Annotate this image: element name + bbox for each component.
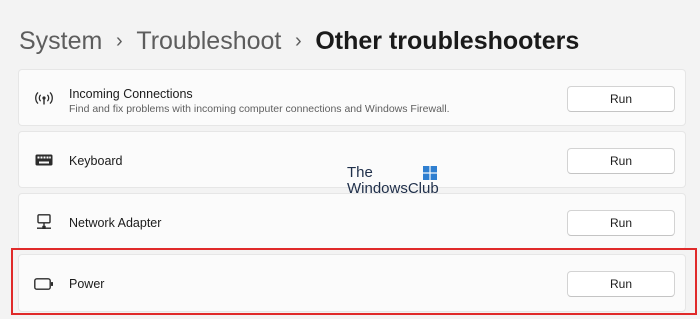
list-item-power: Power Run: [18, 254, 686, 312]
run-button-incoming-connections[interactable]: Run: [567, 86, 675, 112]
list-item-incoming-connections: Incoming Connections Find and fix proble…: [18, 69, 686, 126]
run-button-network-adapter[interactable]: Run: [567, 210, 675, 236]
page-title: Other troubleshooters: [315, 26, 580, 55]
list-item-network-adapter: Network Adapter Run: [18, 193, 686, 250]
row-description: Find and fix problems with incoming comp…: [69, 103, 450, 115]
watermark-text-line1: The: [347, 164, 373, 181]
row-title: Power: [69, 277, 105, 291]
row-title: Keyboard: [69, 154, 123, 168]
network-adapter-icon: [33, 211, 55, 233]
windows-logo-icon: [423, 166, 437, 184]
row-title: Incoming Connections: [69, 87, 193, 101]
breadcrumb-troubleshoot[interactable]: Troubleshoot: [136, 27, 281, 56]
row-title: Network Adapter: [69, 216, 162, 230]
breadcrumb: System › Troubleshoot › Other troublesho…: [19, 24, 579, 58]
run-button-power[interactable]: Run: [567, 271, 675, 297]
breadcrumb-separator: ›: [116, 29, 123, 52]
breadcrumb-system[interactable]: System: [19, 27, 102, 56]
watermark: The WindowsClub: [347, 165, 457, 199]
wireless-signal-icon: [33, 87, 55, 109]
keyboard-icon: [33, 149, 55, 171]
battery-icon: [33, 273, 55, 295]
breadcrumb-separator: ›: [295, 29, 302, 52]
run-button-keyboard[interactable]: Run: [567, 148, 675, 174]
